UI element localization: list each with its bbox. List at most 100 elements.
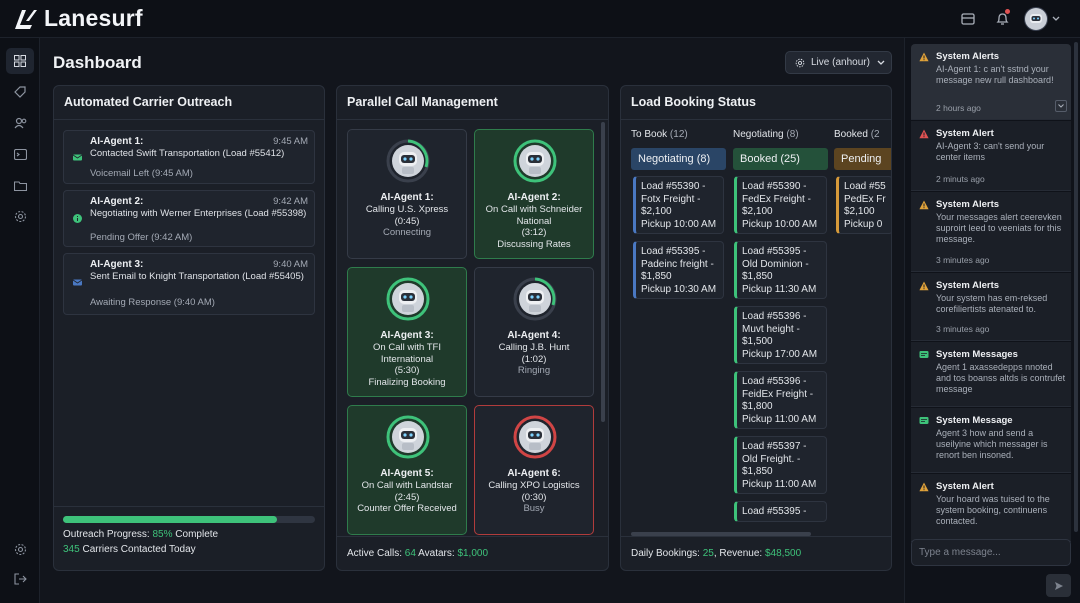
top-bar: Lanesurf [0, 0, 1080, 38]
vertical-scrollbar[interactable] [601, 122, 605, 422]
alert-body: AI-Agent 3: can't send your center items [936, 141, 1045, 162]
alert-item[interactable]: System Alerts Your system has em-reksed c… [911, 273, 1071, 341]
alert-title: System Alerts [936, 199, 1000, 210]
sidebar-item-preferences[interactable] [6, 536, 34, 562]
bookings-panel: Load Booking Status To Book (12) Negotia… [620, 85, 892, 571]
chip-booked[interactable]: Booked (25) [733, 148, 828, 170]
load-detail: Load #55390 - [742, 181, 807, 192]
chip-negotiating[interactable]: Negotiating (8) [631, 148, 726, 170]
sidebar-item-terminal[interactable] [6, 141, 34, 167]
load-detail: $2,100 [742, 206, 773, 217]
logout-icon [13, 573, 27, 585]
outreach-text: Sent Email to Knight Transportation (Loa… [90, 271, 304, 282]
load-detail: $1,500 [742, 336, 773, 347]
call-card[interactable]: AI-Agent 4: Calling J.B. Hunt (1:02) Ringin… [474, 267, 594, 397]
column-header-to-book[interactable]: To Book (12) [631, 129, 688, 140]
expand-button[interactable] [1055, 100, 1067, 112]
call-detail: On Call with Schneider [485, 204, 583, 215]
alert-item[interactable]: System Alerts AI-Agent 1: c an't sstnd yo… [911, 44, 1071, 120]
app-root: Lanesurf Dashboard Live (anhour) Automat… [0, 0, 1080, 603]
grid-icon [14, 55, 26, 67]
robot-avatar-icon [386, 415, 430, 459]
load-detail: Pickup 17:00 AM [742, 348, 818, 360]
notifications-button[interactable] [989, 6, 1015, 32]
alert-body: Your system has em-reksed corefiliertist… [936, 293, 1048, 314]
load-detail: Load #55395 - [742, 246, 807, 257]
outreach-status: Awaiting Response (9:40 AM) [90, 297, 215, 308]
carriers-count: 345 [63, 544, 80, 555]
alert-title: System Alerts [936, 280, 1000, 291]
call-detail: (0:30) [521, 491, 547, 503]
chevron-down-icon[interactable] [1052, 16, 1060, 22]
send-button[interactable] [1046, 574, 1071, 597]
call-status: Discussing Rates [497, 238, 571, 250]
sidebar-item-tags[interactable] [6, 79, 34, 105]
chip-pending[interactable]: Pending [834, 148, 891, 170]
call-status: Connecting [382, 227, 432, 238]
call-card[interactable]: AI-Agent 1: Calling U.S. Xpress (0:45) Conn… [347, 129, 467, 259]
load-detail: Load #55 [844, 181, 886, 192]
message-input[interactable] [911, 539, 1071, 566]
inbox-button[interactable] [955, 6, 981, 32]
robot-avatar-icon [513, 277, 557, 321]
sidebar-item-users[interactable] [6, 110, 34, 136]
agent-name: AI-Agent 3: [90, 259, 144, 270]
load-detail: Pickup 11:30 AM [742, 283, 817, 295]
call-card[interactable]: AI-Agent 2: On Call with Schneider Nationa… [474, 129, 594, 259]
sidebar-item-folders[interactable] [6, 172, 34, 198]
outreach-item[interactable]: AI-Agent 3: 9:40 AM Sent Email to Knight… [63, 253, 315, 315]
outreach-item[interactable]: AI-Agent 2: 9:42 AM Negotiating with Wer… [63, 190, 315, 247]
chevron-down-icon [877, 60, 885, 65]
chip-count: (25) [780, 153, 800, 165]
load-card[interactable]: Load #55395 - Padeinc freight - $1,850 Pick… [633, 241, 724, 299]
alert-item[interactable]: System Alerts Your messages alert ceerevk… [911, 192, 1071, 272]
alerts-panel: System Alerts AI-Agent 1: c an't sstnd yo… [904, 38, 1080, 603]
load-detail: $1,850 [742, 271, 773, 282]
load-card[interactable]: Load #55395 - [734, 501, 827, 522]
chip-label: Booked [740, 153, 778, 165]
load-card[interactable]: Load #55390 - FedEx Freight - $2,100 Pickup… [734, 176, 827, 234]
alert-item[interactable]: System Messages Agent 1 axassedepps nnote… [911, 342, 1071, 407]
alert-item[interactable]: System Message Agent 3 how and send a use… [911, 408, 1071, 473]
load-card[interactable]: Load #55 PedEx Fr $2,100 Pickup 0 [836, 176, 891, 234]
alert-item[interactable]: System Alert AI-Agent 3: can't send your … [911, 121, 1071, 191]
avatars-value: $1,000 [457, 548, 489, 559]
load-detail: $2,100 [641, 206, 672, 217]
outreach-item[interactable]: AI-Agent 1: 9:45 AM Contacted Swift Tran… [63, 130, 315, 184]
load-card[interactable]: Load #55396 - FeidEx Freight - $1,800 Picku… [734, 371, 827, 429]
sidebar-item-dashboard[interactable] [6, 48, 34, 74]
load-detail: Padeinc freight - [641, 258, 714, 270]
user-menu-button[interactable] [1023, 6, 1049, 32]
load-card[interactable]: Load #55397 - Old Freight. - $1,850 Pickup … [734, 436, 827, 494]
call-card[interactable]: AI-Agent 3: On Call with TFI International… [347, 267, 467, 397]
bookings-title: Load Booking Status [631, 95, 756, 109]
gear-icon [14, 543, 26, 555]
column-header-booked[interactable]: Booked (2 [834, 129, 891, 140]
robot-avatar-icon [513, 415, 557, 459]
call-card[interactable]: AI-Agent 6: Calling XPO Logistics (0:30) Bu… [474, 405, 594, 535]
sidebar-item-logout[interactable] [6, 566, 34, 592]
logo[interactable]: Lanesurf [12, 5, 143, 32]
live-range-select[interactable]: Live (anhour) [785, 51, 892, 74]
call-card[interactable]: AI-Agent 5: On Call with Landstar (2:45) Co… [347, 405, 467, 535]
sidebar-item-settings[interactable] [6, 203, 34, 229]
alert-title: System Messages [936, 349, 1018, 360]
column-header-negotiating[interactable]: Negotiating (8) [733, 129, 799, 140]
outreach-panel: Automated Carrier Outreach AI-Agent 1: 9… [53, 85, 325, 571]
load-card[interactable]: Load #55395 - Old Dominion - $1,850 Pickup … [734, 241, 827, 299]
robot-avatar-icon [513, 139, 557, 183]
revenue-value: $48,500 [764, 548, 802, 559]
alert-title: System Alert [936, 128, 994, 139]
progress-suffix: Complete [175, 529, 219, 540]
message-icon [919, 417, 929, 424]
alert-item[interactable]: System Alert Your hoard was tuised to the… [911, 474, 1071, 542]
alert-body: Agent 1 axassedepps nnoted and tos boans… [936, 362, 1066, 394]
alerts-scrollbar[interactable] [1074, 42, 1078, 532]
load-card[interactable]: Load #55396 - Muvt height - $1,500 Pickup 1… [734, 306, 827, 364]
column-label: Negotiating [733, 129, 784, 140]
agent-name: AI-Agent 1: [90, 136, 144, 147]
load-detail: Muvt height - [742, 323, 800, 335]
load-detail: FedEx Freight - [742, 193, 811, 205]
load-card[interactable]: Load #55390 - Fotx Freight - $2,100 Pickup … [633, 176, 724, 234]
load-detail: Load #55395 - [641, 246, 706, 257]
